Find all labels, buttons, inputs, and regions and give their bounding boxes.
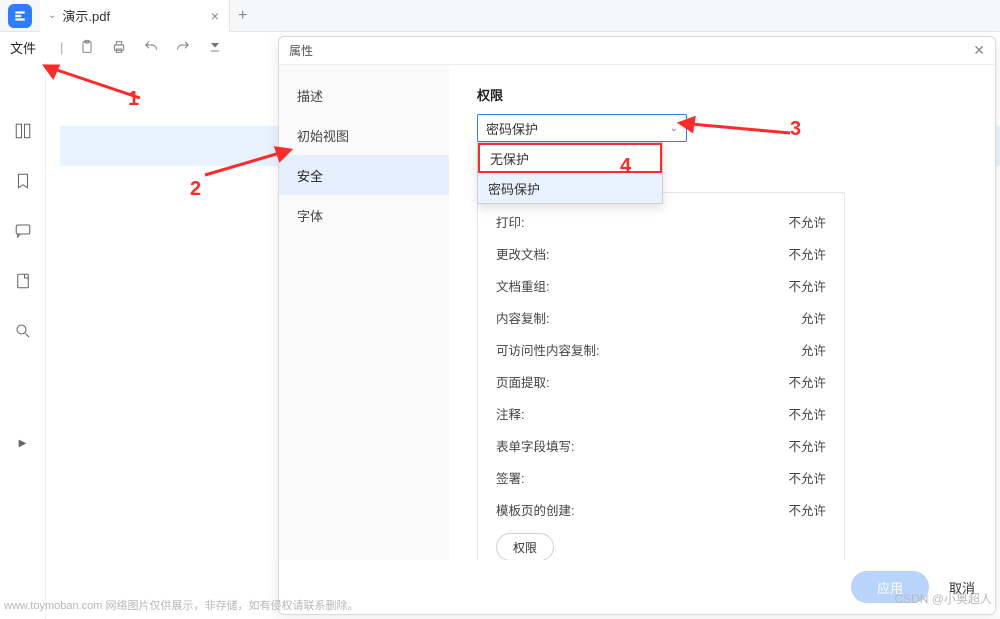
annotation-arrow-3 (670, 113, 800, 143)
perm-row: 模板页的创建:不允许 (496, 493, 826, 525)
watermark-footer: www.toymoban.com 网络图片仅供展示，非存储，如有侵权请联系删除。 (4, 597, 358, 613)
app-logo (8, 4, 32, 28)
dropdown-icon[interactable] (207, 39, 223, 55)
toolbar-separator: | (60, 40, 63, 55)
protection-dropdown: 无保护 密码保护 (477, 142, 663, 204)
sidenav-item-description[interactable]: 描述 (279, 75, 449, 115)
annotation-number-2: 2 (190, 178, 201, 201)
annotation-number-1: 1 (128, 88, 139, 111)
option-password-protection[interactable]: 密码保护 (478, 173, 662, 203)
close-icon[interactable]: ✕ (973, 42, 985, 59)
comment-icon[interactable] (14, 222, 32, 240)
logo-icon (13, 9, 27, 23)
chevron-down-icon: ⌄ (48, 10, 56, 21)
search-icon[interactable] (14, 322, 32, 340)
dialog-title: 属性 (289, 42, 313, 59)
file-menu[interactable]: 文件 (10, 38, 36, 57)
print-icon[interactable] (111, 39, 127, 55)
perm-row: 内容复制:允许 (496, 301, 826, 333)
watermark-csdn: CSDN @小奥超人 (894, 590, 992, 607)
perm-row: 签署:不允许 (496, 461, 826, 493)
properties-dialog: 属性 ✕ 描述 初始视图 安全 字体 权限 密码保护 ⌄ 无保护 密码保护 打印 (278, 36, 996, 615)
dialog-sidenav: 描述 初始视图 安全 字体 (279, 65, 449, 560)
sidenav-item-security[interactable]: 安全 (279, 155, 449, 195)
option-no-protection[interactable]: 无保护 (478, 143, 662, 173)
bookmark-icon[interactable] (14, 172, 32, 190)
select-value: 密码保护 (486, 119, 538, 138)
perm-row: 可访问性内容复制:允许 (496, 333, 826, 365)
undo-icon[interactable] (143, 39, 159, 55)
sidenav-item-initial-view[interactable]: 初始视图 (279, 115, 449, 155)
annotation-number-4: 4 (620, 155, 631, 178)
annotation-arrow-2 (200, 140, 300, 180)
sidenav-item-fonts[interactable]: 字体 (279, 195, 449, 235)
annotation-number-3: 3 (790, 118, 801, 141)
tab-bar: ⌄ 演示.pdf × + (0, 0, 1000, 32)
section-heading: 权限 (477, 85, 967, 104)
perm-row: 注释:不允许 (496, 397, 826, 429)
perm-row: 打印:不允许 (496, 205, 826, 237)
tab-title: 演示.pdf (62, 6, 210, 25)
attachment-icon[interactable] (14, 272, 32, 290)
perm-row: 表单字段填写:不允许 (496, 429, 826, 461)
protection-select[interactable]: 密码保护 ⌄ (477, 114, 687, 142)
permissions-box: 打印:不允许 更改文档:不允许 文档重组:不允许 内容复制:允许 可访问性内容复… (477, 192, 845, 560)
perm-row: 页面提取:不允许 (496, 365, 826, 397)
close-icon[interactable]: × (211, 9, 219, 23)
perm-row: 更改文档:不允许 (496, 237, 826, 269)
new-tab-button[interactable]: + (238, 8, 247, 24)
redo-icon[interactable] (175, 39, 191, 55)
clipboard-icon[interactable] (79, 39, 95, 55)
document-tab[interactable]: ⌄ 演示.pdf × (40, 0, 230, 32)
permissions-button[interactable]: 权限 (496, 533, 554, 560)
dialog-header: 属性 ✕ (279, 37, 995, 65)
left-rail: ▶ (0, 62, 46, 619)
expand-icon[interactable]: ▶ (19, 438, 27, 449)
dialog-footer: 应用 取消 (279, 560, 995, 614)
thumbnails-icon[interactable] (14, 122, 32, 140)
perm-row: 文档重组:不允许 (496, 269, 826, 301)
